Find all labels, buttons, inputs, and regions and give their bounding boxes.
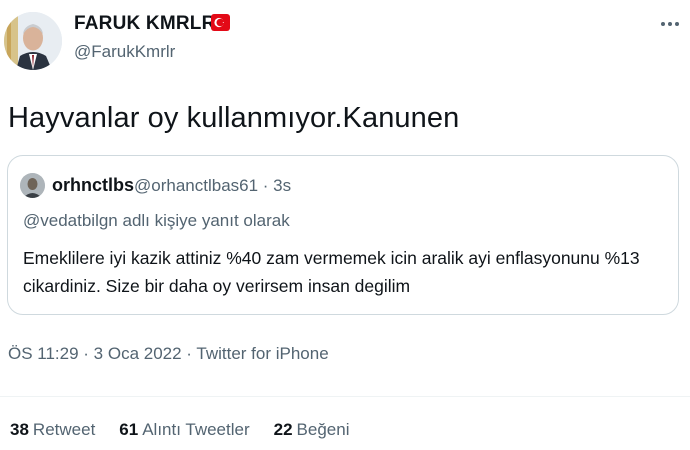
author-handle[interactable]: @FarukKmrlr bbox=[74, 42, 175, 62]
quoted-tweet-text: Emeklilere iyi kazik attiniz %40 zam ver… bbox=[23, 248, 640, 296]
quoted-author-name[interactable]: orhnctlbs bbox=[52, 175, 134, 196]
avatar-photo bbox=[20, 173, 45, 198]
quoted-author-handle-time[interactable]: @orhanctlbas61 · 3s bbox=[134, 176, 291, 196]
quoted-author-avatar[interactable] bbox=[20, 173, 45, 198]
turkey-flag-icon bbox=[211, 14, 230, 31]
more-options-icon[interactable] bbox=[657, 14, 683, 34]
retweets-label: Retweet bbox=[32, 420, 96, 439]
quoted-reply-context: @vedatbilgn adlı kişiye yanıt olarak bbox=[23, 211, 290, 230]
divider bbox=[0, 396, 690, 397]
tweet-text: Hayvanlar oy kullanmıyor.Kanunen bbox=[8, 102, 460, 134]
tweet-timestamp[interactable]: ÖS 11:29 · 3 Oca 2022 · Twitter for iPho… bbox=[8, 344, 329, 364]
quote-tweets-count: 61 bbox=[119, 420, 139, 439]
likes-count: 22 bbox=[273, 420, 293, 439]
retweets-count: 38 bbox=[10, 420, 29, 439]
retweets-stat[interactable]: 38 Retweet bbox=[10, 420, 95, 440]
quote-tweets-stat[interactable]: 61 Alıntı Tweetler bbox=[119, 420, 249, 440]
avatar-photo bbox=[4, 12, 62, 70]
quote-tweets-label: Alıntı Tweetler bbox=[142, 420, 250, 439]
likes-label: Beğeni bbox=[296, 420, 350, 439]
likes-stat[interactable]: 22 Beğeni bbox=[274, 420, 350, 440]
author-display-name[interactable]: FARUK KMRLR bbox=[74, 13, 216, 35]
author-avatar[interactable] bbox=[4, 12, 62, 70]
quoted-tweet-card[interactable]: orhnctlbs @orhanctlbas61 · 3s @vedatbilg… bbox=[7, 155, 679, 315]
tweet-stats: 38 Retweet 61 Alıntı Tweetler 22 Beğeni bbox=[10, 420, 349, 440]
